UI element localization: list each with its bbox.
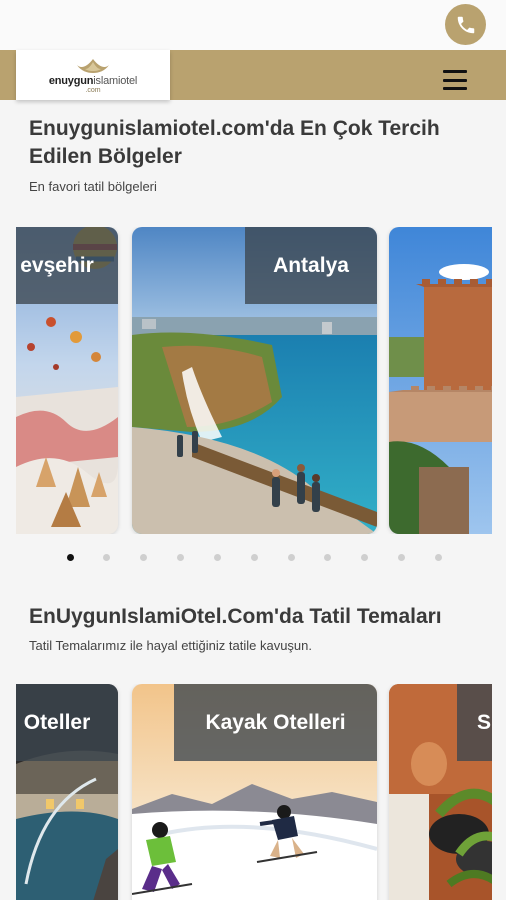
region-card-label: evşehir [16, 227, 118, 304]
pagination-dot[interactable] [398, 554, 405, 561]
theme-card-label: S [457, 684, 492, 761]
phone-icon [457, 16, 474, 33]
theme-card-label: Kayak Otelleri [174, 684, 377, 761]
region-card-alanya[interactable] [389, 227, 492, 534]
region-card-nevsehir[interactable]: evşehir [16, 227, 118, 534]
pagination-dot[interactable] [214, 554, 221, 561]
pagination-dot[interactable] [67, 554, 74, 561]
pagination-dot[interactable] [177, 554, 184, 561]
theme-card-oteller[interactable]: Oteller [16, 684, 118, 900]
region-card-antalya[interactable]: Antalya [132, 227, 377, 534]
themes-title: EnUygunIslamiOtel.Com'da Tatil Temaları [29, 605, 442, 628]
site-logo[interactable]: enuygunislamiotel .com [16, 50, 170, 100]
theme-card-label: Oteller [16, 684, 118, 761]
regions-carousel[interactable]: evşehir Antalya [16, 227, 492, 534]
pagination-dot[interactable] [324, 554, 331, 561]
themes-carousel[interactable]: Oteller Kayak Otelleri S [16, 684, 492, 900]
pagination-dot[interactable] [251, 554, 258, 561]
theme-card-kayak-otelleri[interactable]: Kayak Otelleri [132, 684, 377, 900]
pagination-dot[interactable] [435, 554, 442, 561]
pagination-dot[interactable] [140, 554, 147, 561]
hamburger-menu-icon[interactable] [443, 70, 467, 90]
top-strip [0, 0, 506, 50]
regions-pagination [60, 553, 460, 563]
pagination-dot[interactable] [288, 554, 295, 561]
alanya-castle-image [389, 227, 492, 534]
pagination-dot[interactable] [361, 554, 368, 561]
regions-title: Enuygunislamiotel.com'da En Çok Tercih E… [29, 117, 440, 168]
pagination-dot[interactable] [103, 554, 110, 561]
logo-subtext: .com [85, 86, 101, 94]
theme-card-spa[interactable]: S [389, 684, 492, 900]
logo-crown-icon [77, 58, 109, 73]
phone-button[interactable] [445, 4, 486, 45]
themes-subtitle: Tatil Temalarımız ile hayal ettiğiniz ta… [29, 638, 312, 653]
region-card-label: Antalya [245, 227, 377, 304]
logo-text: enuygunislamiotel [48, 74, 138, 87]
regions-subtitle: En favori tatil bölgeleri [29, 179, 157, 194]
